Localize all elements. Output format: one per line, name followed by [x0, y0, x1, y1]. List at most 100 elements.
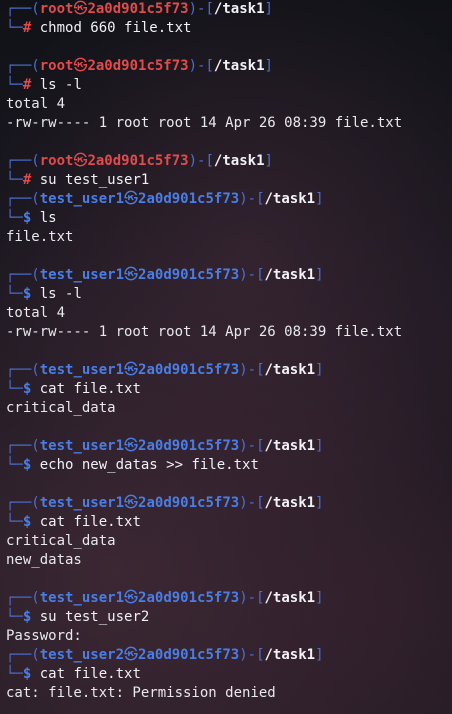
prompt-separator-icon: ㉿: [73, 1, 88, 17]
prompt-spacer: [31, 286, 39, 302]
prompt-close-bracket: ]: [315, 647, 324, 663]
prompt-close-paren: ): [188, 1, 198, 17]
prompt-open-paren: (: [31, 495, 40, 511]
terminal-output: ┌──(root㉿2a0d901c5f73)-[/task1] └─# chmod…: [6, 0, 452, 703]
prompt-host: 2a0d901c5f73: [87, 58, 189, 74]
prompt-box-bottom: └─: [6, 666, 23, 682]
prompt-open-bracket: [: [256, 438, 265, 454]
prompt-open-paren: (: [31, 362, 40, 378]
command-text: ls: [39, 210, 57, 226]
prompt-spacer: [31, 172, 39, 188]
output-line: total 4: [6, 96, 66, 112]
prompt-separator-icon: ㉿: [124, 191, 139, 207]
prompt-separator-icon: ㉿: [124, 362, 139, 378]
prompt-close-paren: ): [239, 267, 248, 283]
prompt-user: test_user1: [39, 191, 125, 207]
prompt-header: ┌──(test_user1㉿2a0d901c5f73)-[/task1]: [6, 494, 452, 513]
prompt-spacer: [31, 20, 39, 36]
prompt-close-bracket: ]: [315, 362, 324, 378]
prompt-dash: -: [247, 495, 257, 511]
prompt-open-bracket: [: [256, 191, 265, 207]
prompt-close-bracket: ]: [264, 58, 273, 74]
prompt-header: ┌──(test_user1㉿2a0d901c5f73)-[/task1]: [6, 266, 452, 285]
prompt-host: 2a0d901c5f73: [87, 153, 189, 169]
prompt-open-paren: (: [31, 58, 40, 74]
prompt-close-paren: ): [239, 438, 248, 454]
prompt-open-bracket: [: [256, 647, 265, 663]
prompt-open-bracket: [: [256, 267, 265, 283]
command-line: └─$ echo new_datas >> file.txt: [6, 456, 452, 475]
prompt-user: test_user1: [39, 495, 125, 511]
prompt-dash: -: [247, 647, 257, 663]
prompt-open-bracket: [: [256, 362, 265, 378]
prompt-spacer: [31, 514, 39, 530]
prompt-user: root: [39, 153, 74, 169]
prompt-open-paren: (: [31, 590, 40, 606]
prompt-header: ┌──(test_user1㉿2a0d901c5f73)-[/task1]: [6, 361, 452, 380]
prompt-close-paren: ): [239, 191, 248, 207]
output-line: -rw-rw---- 1 root root 14 Apr 26 08:39 f…: [6, 115, 403, 131]
prompt-close-paren: ): [188, 153, 198, 169]
prompt-open-bracket: [: [205, 58, 214, 74]
prompt-box-bottom: └─: [6, 514, 23, 530]
prompt-box-top: ┌──: [6, 647, 32, 663]
prompt-separator-icon: ㉿: [124, 438, 139, 454]
prompt-directory: /task1: [213, 153, 265, 169]
prompt-close-paren: ): [239, 362, 248, 378]
prompt-box-top: ┌──: [6, 153, 32, 169]
prompt-box-top: ┌──: [6, 1, 32, 17]
prompt-separator-icon: ㉿: [124, 647, 139, 663]
command-line: └─# su test_user1: [6, 171, 452, 190]
terminal-window[interactable]: ┌──(root㉿2a0d901c5f73)-[/task1] └─# chmod…: [0, 0, 452, 714]
prompt-host: 2a0d901c5f73: [138, 438, 240, 454]
command-line: └─$ ls: [6, 209, 452, 228]
prompt-host: 2a0d901c5f73: [138, 191, 240, 207]
prompt-spacer: [31, 457, 39, 473]
prompt-box-bottom: └─: [6, 286, 23, 302]
output-line: file.txt: [6, 229, 74, 245]
command-text: su test_user2: [39, 609, 150, 625]
output-line: Password:: [6, 628, 82, 644]
prompt-close-paren: ): [239, 590, 248, 606]
prompt-directory: /task1: [264, 191, 316, 207]
prompt-header: ┌──(test_user1㉿2a0d901c5f73)-[/task1]: [6, 437, 452, 456]
command-line: └─$ cat file.txt: [6, 665, 452, 684]
prompt-separator-icon: ㉿: [124, 495, 139, 511]
prompt-user: root: [39, 1, 74, 17]
command-text: ls -l: [39, 286, 82, 302]
output-line: critical_data: [6, 533, 116, 549]
prompt-dash: -: [247, 590, 257, 606]
prompt-close-bracket: ]: [315, 590, 324, 606]
prompt-header: ┌──(test_user1㉿2a0d901c5f73)-[/task1]: [6, 589, 452, 608]
prompt-box-bottom: └─: [6, 77, 23, 93]
prompt-box-top: ┌──: [6, 438, 32, 454]
output-line: total 4: [6, 305, 66, 321]
prompt-separator-icon: ㉿: [124, 267, 139, 283]
prompt-separator-icon: ㉿: [124, 590, 139, 606]
prompt-dash: -: [247, 267, 257, 283]
command-line: └─# ls -l: [6, 76, 452, 95]
prompt-box-bottom: └─: [6, 609, 23, 625]
prompt-host: 2a0d901c5f73: [138, 647, 240, 663]
output-line: new_datas: [6, 552, 82, 568]
command-text: cat file.txt: [39, 514, 141, 530]
prompt-open-paren: (: [31, 438, 40, 454]
prompt-header: ┌──(root㉿2a0d901c5f73)-[/task1]: [6, 0, 452, 19]
prompt-close-paren: ): [239, 495, 248, 511]
output-line: critical_data: [6, 400, 116, 416]
prompt-host: 2a0d901c5f73: [138, 362, 240, 378]
prompt-header: ┌──(test_user2㉿2a0d901c5f73)-[/task1]: [6, 646, 452, 665]
prompt-header: ┌──(test_user1㉿2a0d901c5f73)-[/task1]: [6, 190, 452, 209]
prompt-box-top: ┌──: [6, 267, 32, 283]
command-text: echo new_datas >> file.txt: [39, 457, 259, 473]
prompt-header: ┌──(root㉿2a0d901c5f73)-[/task1]: [6, 57, 452, 76]
prompt-open-bracket: [: [256, 590, 265, 606]
prompt-open-bracket: [: [205, 153, 214, 169]
prompt-directory: /task1: [264, 362, 316, 378]
